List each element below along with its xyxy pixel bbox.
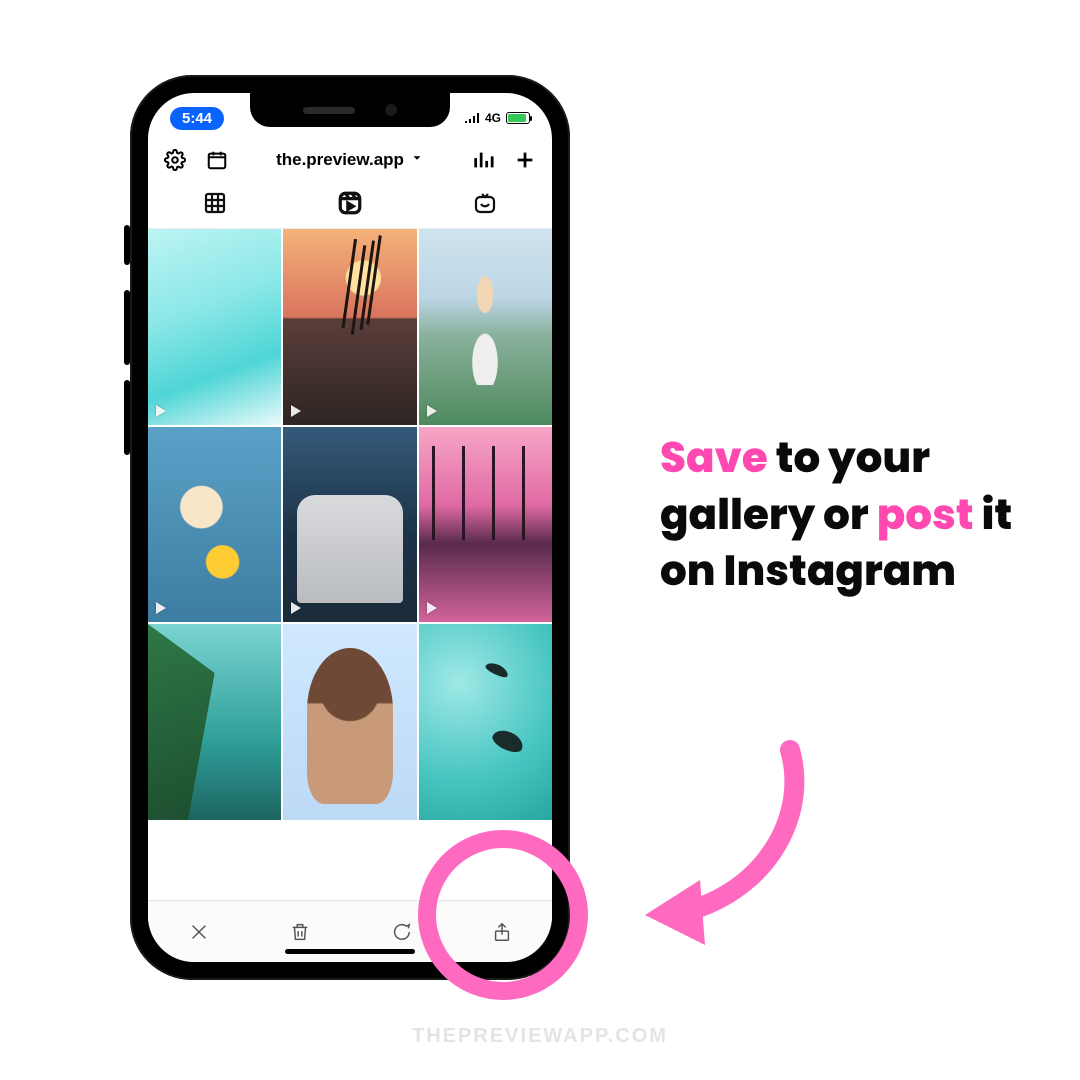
comment-icon[interactable]: [390, 921, 412, 943]
play-icon: [427, 602, 437, 614]
grid-item[interactable]: [283, 624, 416, 820]
grid-item[interactable]: [148, 229, 281, 425]
caption-word-post: post: [877, 485, 974, 544]
grid-item[interactable]: [283, 427, 416, 623]
highlight-ring: [418, 830, 588, 1000]
volume-down-button: [124, 380, 130, 455]
caption-text: Save to your gallery or post it on Insta…: [660, 430, 1020, 600]
volume-up-button: [124, 290, 130, 365]
media-grid: [148, 229, 552, 820]
grid-item[interactable]: [419, 229, 552, 425]
speaker: [303, 107, 355, 114]
arrow-annotation: [610, 730, 830, 950]
tab-grid[interactable]: [203, 191, 227, 220]
close-icon[interactable]: [188, 921, 210, 943]
signal-icon: [464, 113, 480, 124]
front-camera: [385, 104, 397, 116]
caption-word-save: Save: [660, 428, 768, 487]
view-tabs: [148, 183, 552, 229]
account-switcher[interactable]: the.preview.app: [276, 150, 424, 170]
notch: [250, 93, 450, 127]
status-time: 5:44: [170, 107, 224, 130]
chevron-down-icon: [410, 150, 424, 170]
settings-icon[interactable]: [164, 149, 186, 171]
grid-item[interactable]: [419, 624, 552, 820]
app-toolbar: the.preview.app: [148, 137, 552, 183]
tab-reels[interactable]: [337, 190, 363, 221]
grid-item[interactable]: [148, 427, 281, 623]
play-icon: [156, 405, 166, 417]
calendar-icon[interactable]: [206, 149, 228, 171]
tab-igtv[interactable]: [473, 191, 497, 220]
grid-item[interactable]: [148, 624, 281, 820]
side-button: [124, 225, 130, 265]
play-icon: [291, 405, 301, 417]
watermark: THEPREVIEWAPP.COM: [412, 1025, 668, 1048]
analytics-icon[interactable]: [472, 149, 494, 171]
play-icon: [291, 602, 301, 614]
play-icon: [427, 405, 437, 417]
username-label: the.preview.app: [276, 150, 404, 170]
trash-icon[interactable]: [289, 921, 311, 943]
network-label: 4G: [485, 111, 501, 125]
play-icon: [156, 602, 166, 614]
grid-item[interactable]: [283, 229, 416, 425]
battery-icon: [506, 112, 530, 124]
add-icon[interactable]: [514, 149, 536, 171]
grid-item[interactable]: [419, 427, 552, 623]
home-indicator: [285, 949, 415, 954]
status-right: 4G: [464, 111, 530, 125]
